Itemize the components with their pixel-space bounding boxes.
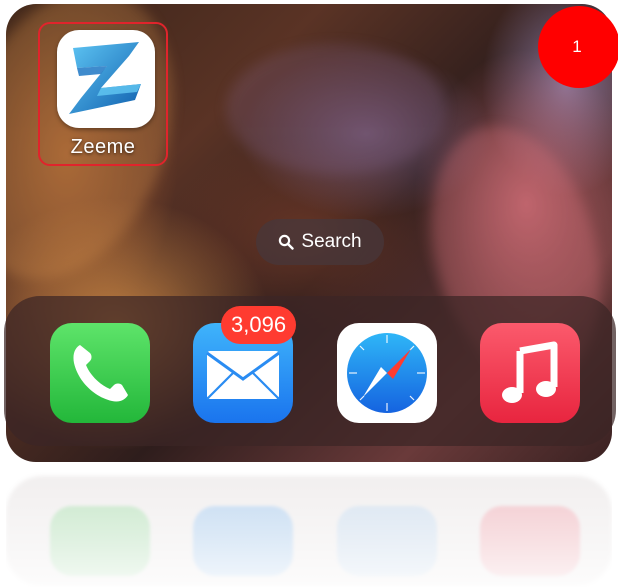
magnifier-icon <box>279 234 295 250</box>
music-app-icon[interactable] <box>480 323 580 423</box>
phone-app-icon[interactable] <box>50 323 150 423</box>
spotlight-search-button[interactable]: Search <box>256 219 384 265</box>
step-number-badge: 1 <box>538 6 618 88</box>
zeeme-z-icon <box>69 42 141 114</box>
wallpaper-streak <box>226 44 446 174</box>
mail-unread-badge: 3,096 <box>221 306 297 344</box>
reflection-fade <box>6 466 612 587</box>
app-label: Zeeme <box>70 136 136 158</box>
zeeme-app-highlight[interactable]: Zeeme <box>38 22 168 166</box>
dock-reflection <box>6 466 612 587</box>
music-note-icon <box>502 341 558 403</box>
search-label: Search <box>301 231 362 252</box>
compass-icon <box>347 333 427 413</box>
zeeme-app-icon[interactable] <box>57 30 155 128</box>
safari-app-icon[interactable] <box>337 323 437 423</box>
phone-handset-icon <box>73 345 128 402</box>
